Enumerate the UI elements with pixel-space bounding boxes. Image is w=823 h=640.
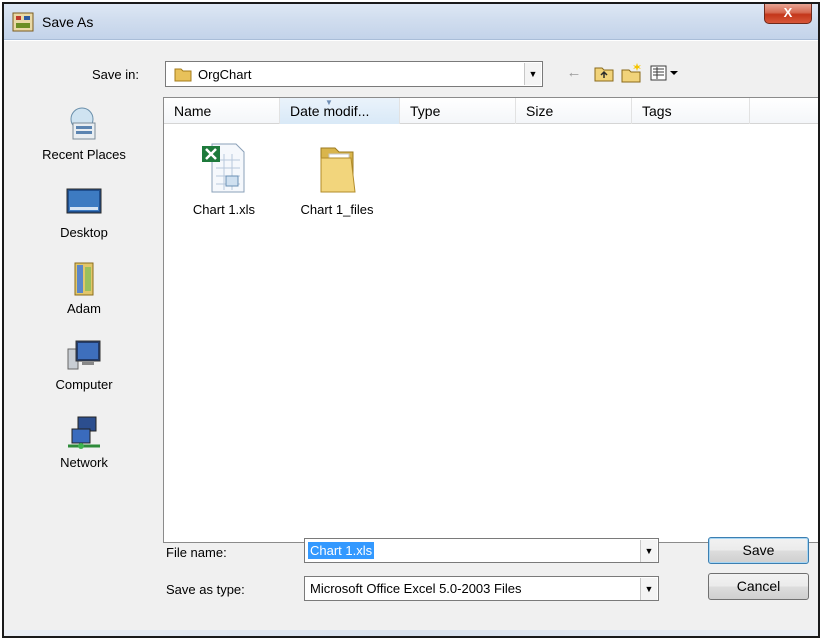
computer-icon: [67, 340, 101, 370]
chevron-down-icon[interactable]: ▼: [640, 540, 657, 562]
file-name-label: File name:: [166, 545, 227, 560]
title-bar[interactable]: Save As X: [4, 4, 818, 40]
file-item-chart-files[interactable]: Chart 1_files: [282, 140, 392, 217]
file-name-label: Chart 1_files: [300, 202, 374, 217]
save-in-label: Save in:: [92, 67, 139, 82]
save-as-type-label: Save as type:: [166, 582, 245, 597]
file-item-chart-xls[interactable]: Chart 1.xls: [178, 140, 270, 217]
folder-icon: [174, 68, 192, 82]
user-folder-icon: [74, 262, 94, 296]
excel-file-icon: [202, 143, 245, 193]
save-as-type-value: Microsoft Office Excel 5.0-2003 Files: [310, 581, 522, 596]
save-in-value: OrgChart: [198, 67, 252, 82]
up-folder-icon[interactable]: [592, 61, 616, 85]
place-label: Network: [60, 455, 108, 470]
place-label: Desktop: [60, 225, 108, 240]
places-bar: Recent Places Desktop Adam Computer Netw…: [12, 97, 156, 543]
back-arrow-icon[interactable]: ←: [562, 61, 586, 85]
views-menu-icon[interactable]: [648, 61, 682, 85]
close-icon: X: [783, 5, 793, 20]
new-folder-icon[interactable]: [620, 61, 644, 85]
file-list[interactable]: Name ▼ Date modif... Type Size Tags Char…: [163, 97, 818, 543]
place-label: Adam: [67, 301, 101, 316]
close-button[interactable]: X: [764, 4, 812, 24]
column-tags[interactable]: Tags: [632, 98, 750, 124]
place-network[interactable]: Network: [12, 415, 156, 470]
dialog-body: Save in: OrgChart ▼ ← Recent Places Desk…: [4, 41, 818, 636]
folder-icon: [320, 147, 356, 193]
place-desktop[interactable]: Desktop: [12, 185, 156, 240]
save-as-type-dropdown[interactable]: Microsoft Office Excel 5.0-2003 Files ▼: [304, 576, 659, 601]
column-label: Size: [526, 103, 554, 119]
file-name-input[interactable]: Chart 1.xls ▼: [304, 538, 659, 563]
network-icon: [68, 416, 100, 449]
save-as-dialog: Save As X Save in: OrgChart ▼ ← Recent P…: [2, 2, 820, 638]
column-type[interactable]: Type: [400, 98, 516, 124]
column-date-modified[interactable]: ▼ Date modif...: [280, 98, 400, 124]
file-name-label: Chart 1.xls: [192, 202, 256, 217]
recent-places-icon: [70, 107, 96, 140]
column-name[interactable]: Name: [164, 98, 280, 124]
sort-caret-icon: ▼: [325, 98, 333, 107]
app-icon: [12, 12, 34, 32]
chevron-down-icon[interactable]: ▼: [640, 578, 657, 600]
place-label: Computer: [55, 377, 113, 392]
file-name-value[interactable]: Chart 1.xls: [308, 542, 375, 559]
bottom-edge: [4, 630, 818, 636]
save-in-dropdown[interactable]: OrgChart ▼: [165, 61, 543, 87]
column-size[interactable]: Size: [516, 98, 632, 124]
column-header-row: Name ▼ Date modif... Type Size Tags: [164, 98, 818, 124]
desktop-icon: [66, 188, 102, 214]
place-adam[interactable]: Adam: [12, 261, 156, 316]
column-label: Type: [410, 103, 441, 119]
chevron-down-icon[interactable]: ▼: [524, 63, 541, 85]
window-title: Save As: [42, 14, 94, 30]
column-label: Tags: [642, 103, 672, 119]
save-button[interactable]: Save: [708, 537, 809, 564]
place-computer[interactable]: Computer: [12, 337, 156, 392]
cancel-button[interactable]: Cancel: [708, 573, 809, 600]
place-recent-places[interactable]: Recent Places: [12, 107, 156, 162]
place-label: Recent Places: [42, 147, 126, 162]
column-label: Name: [174, 103, 212, 119]
